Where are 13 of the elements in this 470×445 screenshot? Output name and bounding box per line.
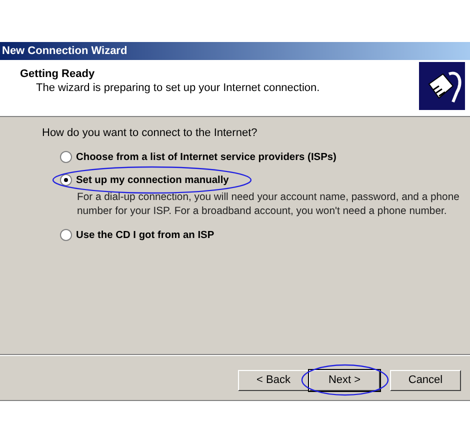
- wizard-button[interactable]: Next >: [309, 370, 380, 390]
- radio-button[interactable]: [60, 151, 72, 163]
- option-label[interactable]: Choose from a list of Internet service providers (ISPs): [76, 152, 336, 162]
- window-title: New Connection Wizard: [0, 42, 470, 60]
- page-subtitle: The wizard is preparing to set up your Internet connection.: [35, 82, 320, 94]
- option-description: For a dial-up connection, you will need your account name, password, and a phone number for your ISP. For a broadband account, you won't need a phone number.: [77, 191, 460, 218]
- wizard-button[interactable]: Cancel: [390, 370, 461, 390]
- radio-button[interactable]: [60, 174, 72, 186]
- wizard-button[interactable]: < Back: [238, 370, 309, 390]
- question-text: How do you want to connect to the Internet?: [42, 127, 258, 139]
- option-label[interactable]: Use the CD I got from an ISP: [76, 230, 214, 240]
- radio-button[interactable]: [60, 229, 72, 241]
- page-title: Getting Ready: [20, 68, 96, 80]
